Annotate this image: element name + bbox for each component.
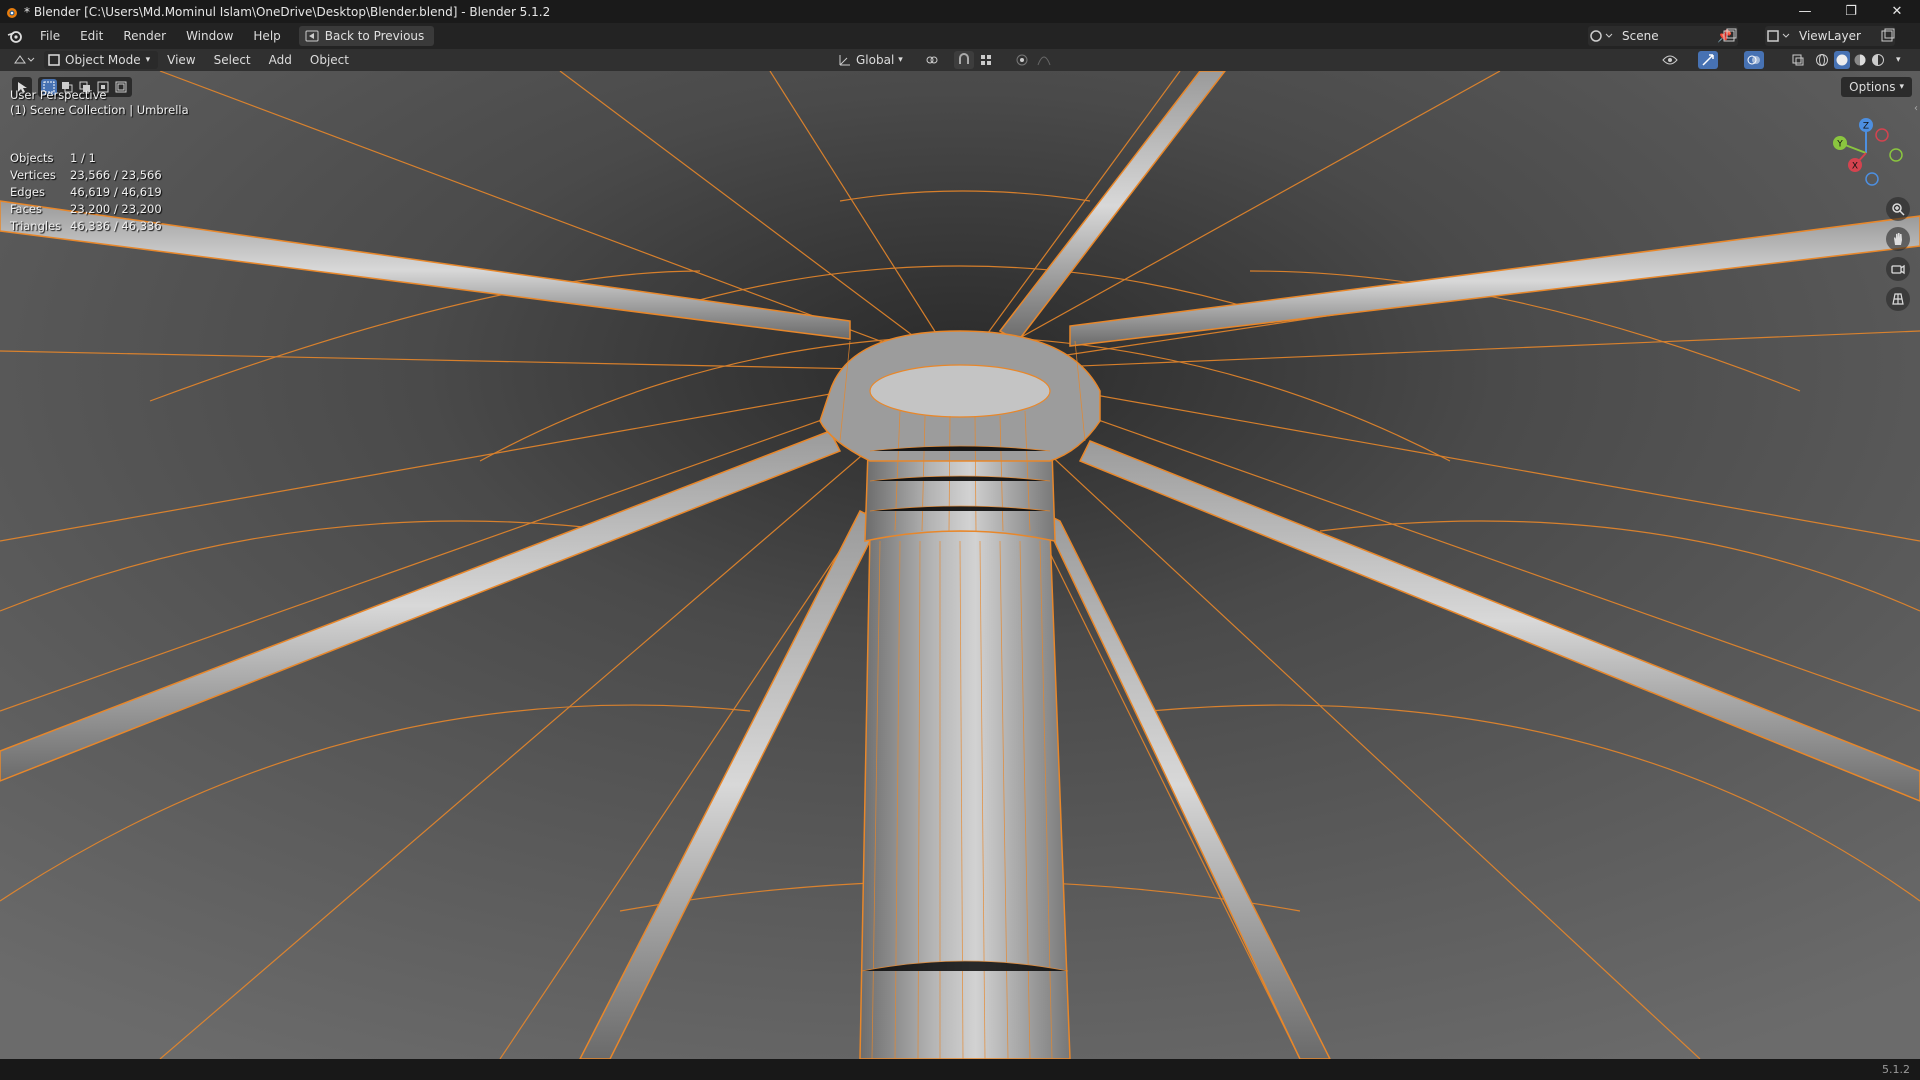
stat-label: Faces <box>10 202 42 216</box>
menu-edit[interactable]: Edit <box>70 23 113 49</box>
gizmo-x-label: X <box>1852 162 1858 172</box>
close-button[interactable]: ✕ <box>1874 0 1920 23</box>
wireframe-shading-icon[interactable] <box>1812 51 1832 69</box>
chevron-down-icon: ▾ <box>1899 82 1904 92</box>
snap-toggle-icon[interactable] <box>954 51 974 69</box>
view-perspective-label: User Perspective <box>10 88 107 102</box>
gizmo-toggle-icon[interactable] <box>1698 51 1718 69</box>
snap-target-icon[interactable] <box>976 51 996 69</box>
new-view-layer-icon[interactable] <box>1880 28 1896 47</box>
navigation-gizmo[interactable]: Z Y X <box>1820 113 1910 193</box>
back-to-previous-button[interactable]: Back to Previous <box>298 26 435 46</box>
stat-value: 23,566 / 23,566 <box>70 168 162 182</box>
view-layer-name: ViewLayer <box>1799 29 1861 43</box>
overlays-toggle-icon[interactable] <box>1744 51 1764 69</box>
stat-label: Edges <box>10 185 45 199</box>
object-mode-icon <box>48 54 60 66</box>
stat-value: 23,200 / 23,200 <box>70 202 162 216</box>
3d-viewport[interactable]: User Perspective (1) Scene Collection | … <box>0 71 1920 1059</box>
menu-bar: File Edit Render Window Help Back to Pre… <box>0 23 1920 49</box>
stat-row: Edges 46,619 / 46,619 <box>10 185 162 202</box>
menu-object[interactable]: Object <box>301 49 358 71</box>
window-title: * Blender [C:\Users\Md.Mominul Islam\One… <box>24 4 551 19</box>
menu-view[interactable]: View <box>158 49 204 71</box>
status-bar: 5.1.2 <box>0 1059 1920 1080</box>
scene-icon <box>1590 30 1613 42</box>
blender-app-icon <box>7 7 17 18</box>
chevron-down-icon: ▾ <box>145 55 151 65</box>
scene-statistics: Objects 1 / 1 Vertices 23,566 / 23,566 Edg… <box>10 151 162 236</box>
stat-row: Triangles 46,336 / 46,336 <box>10 219 162 236</box>
sidebar-toggle-chevron-icon[interactable]: ‹ <box>1914 103 1918 114</box>
stat-row: Vertices 23,566 / 23,566 <box>10 168 162 185</box>
pivot-point-icon[interactable] <box>922 51 942 69</box>
minimize-button[interactable]: — <box>1782 0 1828 23</box>
umbrella-mesh-render <box>0 71 1920 1059</box>
orientation-label: Global <box>856 53 895 67</box>
xray-toggle-icon[interactable] <box>1788 51 1808 69</box>
viewport-header: Object Mode ▾ View Select Add Object Glo… <box>0 49 1920 71</box>
stat-label: Triangles <box>10 219 62 233</box>
rendered-shading-icon[interactable] <box>1870 51 1886 69</box>
active-collection-label: (1) Scene Collection | Umbrella <box>10 103 189 117</box>
blender-version: 5.1.2 <box>1882 1063 1910 1076</box>
shading-options-chevron-icon[interactable]: ▾ <box>1896 55 1901 65</box>
stat-value: 1 / 1 <box>70 151 96 165</box>
options-dropdown[interactable]: Options ▾ <box>1841 77 1912 97</box>
visibility-eye-icon[interactable] <box>1660 51 1680 69</box>
editor-type-icon[interactable] <box>10 51 38 69</box>
stat-row: Objects 1 / 1 <box>10 151 162 168</box>
menu-render[interactable]: Render <box>113 23 176 49</box>
zoom-icon[interactable] <box>1886 197 1910 221</box>
new-scene-icon[interactable] <box>1722 28 1738 47</box>
transform-orientation-dropdown[interactable]: Global ▾ <box>838 53 903 67</box>
falloff-icon[interactable] <box>1034 51 1054 69</box>
orientation-axes-icon <box>839 55 850 66</box>
camera-view-icon[interactable] <box>1886 257 1910 281</box>
blender-menu-icon[interactable] <box>0 29 30 43</box>
solid-shading-icon[interactable] <box>1834 51 1850 69</box>
menu-file[interactable]: File <box>30 23 70 49</box>
stat-value: 46,336 / 46,336 <box>70 219 162 233</box>
object-mode-label: Object Mode <box>65 53 141 67</box>
stat-row: Faces 23,200 / 23,200 <box>10 202 162 219</box>
view-layer-icon <box>1767 30 1790 42</box>
scene-name: Scene <box>1622 29 1659 43</box>
menu-window[interactable]: Window <box>176 23 243 49</box>
ortho-grid-icon[interactable] <box>1886 287 1910 311</box>
scene-selector[interactable]: Scene 📌 <box>1588 26 1738 46</box>
stat-label: Objects <box>10 151 54 165</box>
pan-hand-icon[interactable] <box>1886 227 1910 251</box>
menu-help[interactable]: Help <box>243 23 290 49</box>
select-intersect-icon[interactable] <box>113 79 129 95</box>
proportional-edit-icon[interactable] <box>1012 51 1032 69</box>
title-bar: * Blender [C:\Users\Md.Mominul Islam\One… <box>0 0 1920 23</box>
menu-add[interactable]: Add <box>260 49 301 71</box>
menu-select[interactable]: Select <box>205 49 260 71</box>
gizmo-z-label: Z <box>1863 122 1869 132</box>
material-shading-icon[interactable] <box>1852 51 1868 69</box>
view-layer-selector[interactable]: ViewLayer <box>1765 26 1895 46</box>
screen-back-icon <box>305 30 319 42</box>
gizmo-y-label: Y <box>1836 140 1843 150</box>
stat-value: 46,619 / 46,619 <box>70 185 162 199</box>
stat-label: Vertices <box>10 168 56 182</box>
options-label: Options <box>1849 80 1896 94</box>
object-mode-dropdown[interactable]: Object Mode ▾ <box>44 51 159 69</box>
back-to-previous-label: Back to Previous <box>324 29 425 43</box>
maximize-button[interactable]: ❐ <box>1828 0 1874 23</box>
